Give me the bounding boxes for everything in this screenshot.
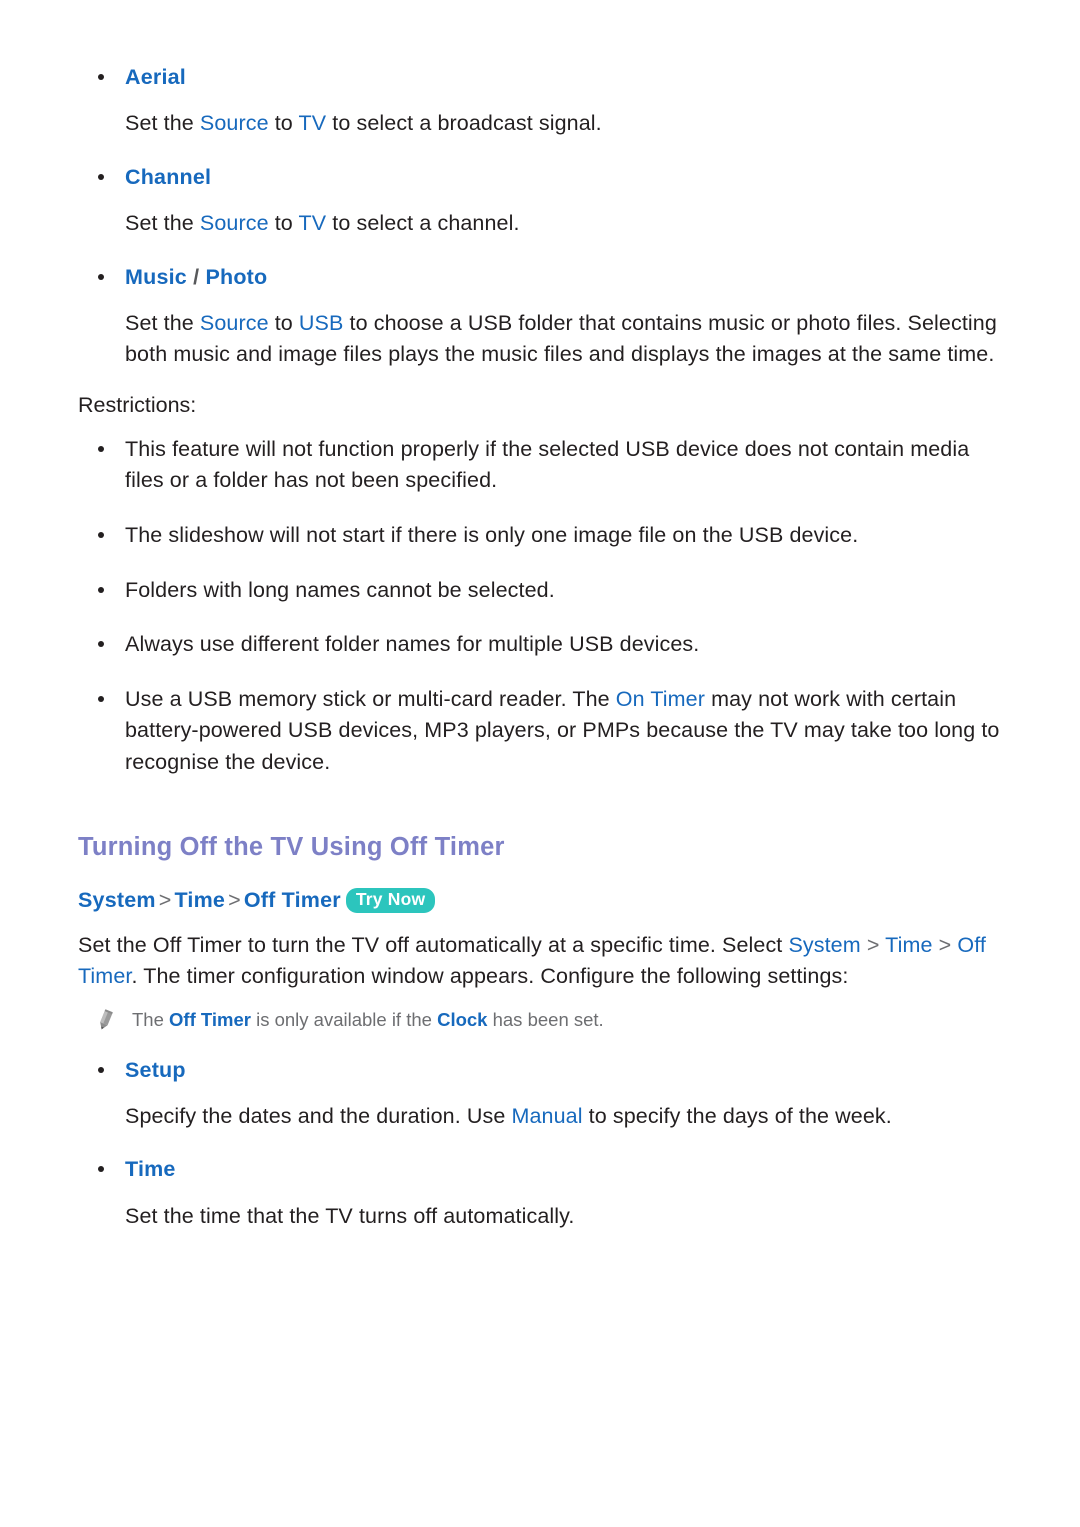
setting-title-setup: Setup xyxy=(125,1057,186,1082)
text-fragment: is only available if the xyxy=(250,1008,438,1030)
option-title-aerial: Aerial xyxy=(125,65,186,89)
chevron-right-icon: > xyxy=(860,932,886,957)
keyword-tv: TV xyxy=(298,111,327,136)
list-item-time: Time Set the time that the TV turns off … xyxy=(78,1154,1002,1232)
list-item-setup: Setup Specify the dates and the duration… xyxy=(78,1055,1002,1133)
list-item: This feature will not function properly … xyxy=(78,434,1002,497)
option-desc-music-photo: Set the Source to USB to choose a USB fo… xyxy=(125,308,1002,371)
setting-desc-setup: Specify the dates and the duration. Use … xyxy=(125,1101,1002,1133)
note-callout: The Off Timer is only available if the C… xyxy=(78,1007,1002,1033)
text-fragment: Set the xyxy=(125,111,200,136)
option-desc-channel: Set the Source to TV to select a channel… xyxy=(125,208,1002,240)
option-title-channel: Channel xyxy=(125,164,212,189)
list-item: Use a USB memory stick or multi-card rea… xyxy=(78,684,1002,779)
breadcrumb-item-off-timer[interactable]: Off Timer xyxy=(244,888,341,912)
breadcrumb-item-time[interactable]: Time xyxy=(174,888,225,912)
option-title-music: Music xyxy=(125,264,187,289)
chevron-right-icon: > xyxy=(228,887,241,912)
chevron-right-icon: > xyxy=(158,887,172,912)
text-fragment: Set the xyxy=(125,310,200,335)
restrictions-label: Restrictions: xyxy=(78,392,197,417)
restrictions-list: This feature will not function properly … xyxy=(78,434,1002,779)
text-fragment: Use a USB memory stick or multi-card rea… xyxy=(125,686,616,711)
breadcrumb: System > Time > Off Timer Try Now xyxy=(78,887,1002,913)
option-desc-aerial: Set the Source to TV to select a broadca… xyxy=(125,108,1002,140)
list-item: Folders with long names cannot be select… xyxy=(78,575,1002,607)
text-fragment: to specify the days of the week. xyxy=(582,1103,892,1128)
page-title: Turning Off the TV Using Off Timer xyxy=(78,832,505,861)
text-fragment: to select a broadcast signal. xyxy=(326,111,602,136)
keyword-system: System xyxy=(788,932,861,957)
text-fragment: Set the Off Timer to turn the TV off aut… xyxy=(78,932,789,957)
keyword-time: Time xyxy=(885,932,933,957)
keyword-on-timer: On Timer xyxy=(615,686,706,711)
list-item-music-photo: Music / Photo Set the Source to USB to c… xyxy=(78,262,1002,371)
setting-title-time: Time xyxy=(125,1157,176,1182)
keyword-source: Source xyxy=(199,310,269,335)
off-timer-intro-paragraph: Set the Off Timer to turn the TV off aut… xyxy=(78,930,1002,993)
try-now-badge[interactable]: Try Now xyxy=(345,887,436,913)
list-item-channel: Channel Set the Source to TV to select a… xyxy=(78,162,1002,240)
text-fragment: to xyxy=(268,310,299,335)
text-fragment: Set the time that the TV turns off autom… xyxy=(125,1203,575,1228)
text-fragment: has been set. xyxy=(487,1008,604,1030)
keyword-manual: Manual xyxy=(511,1103,583,1128)
option-title-music-photo: Music / Photo xyxy=(125,262,1002,293)
text-fragment: . The timer configuration window appears… xyxy=(131,964,849,989)
keyword-off-timer: Off Timer xyxy=(169,1008,251,1030)
text-fragment: The xyxy=(132,1008,170,1030)
off-timer-settings-list: Setup Specify the dates and the duration… xyxy=(78,1055,1002,1233)
list-item: Always use different folder names for mu… xyxy=(78,629,1002,661)
keyword-usb: USB xyxy=(298,310,344,335)
setting-desc-time: Set the time that the TV turns off autom… xyxy=(125,1201,1002,1233)
chevron-right-icon: > xyxy=(932,932,958,957)
keyword-clock: Clock xyxy=(437,1008,488,1030)
text-fragment: to select a channel. xyxy=(326,210,520,235)
text-fragment: to xyxy=(268,210,299,235)
keyword-tv: TV xyxy=(298,210,327,235)
keyword-source: Source xyxy=(199,111,269,136)
pencil-icon xyxy=(92,1008,118,1034)
document-page: Aerial Set the Source to TV to select a … xyxy=(0,0,1080,1527)
source-options-list: Aerial Set the Source to TV to select a … xyxy=(78,62,1002,371)
option-title-photo: Photo xyxy=(205,264,268,289)
text-fragment: Specify the dates and the duration. Use xyxy=(125,1103,512,1128)
breadcrumb-item-system[interactable]: System xyxy=(78,888,156,912)
list-item: The slideshow will not start if there is… xyxy=(78,520,1002,552)
text-fragment: to xyxy=(268,111,299,136)
title-separator: / xyxy=(186,264,206,289)
text-fragment: Set the xyxy=(125,210,200,235)
keyword-source: Source xyxy=(199,210,269,235)
list-item-aerial: Aerial Set the Source to TV to select a … xyxy=(78,62,1002,140)
